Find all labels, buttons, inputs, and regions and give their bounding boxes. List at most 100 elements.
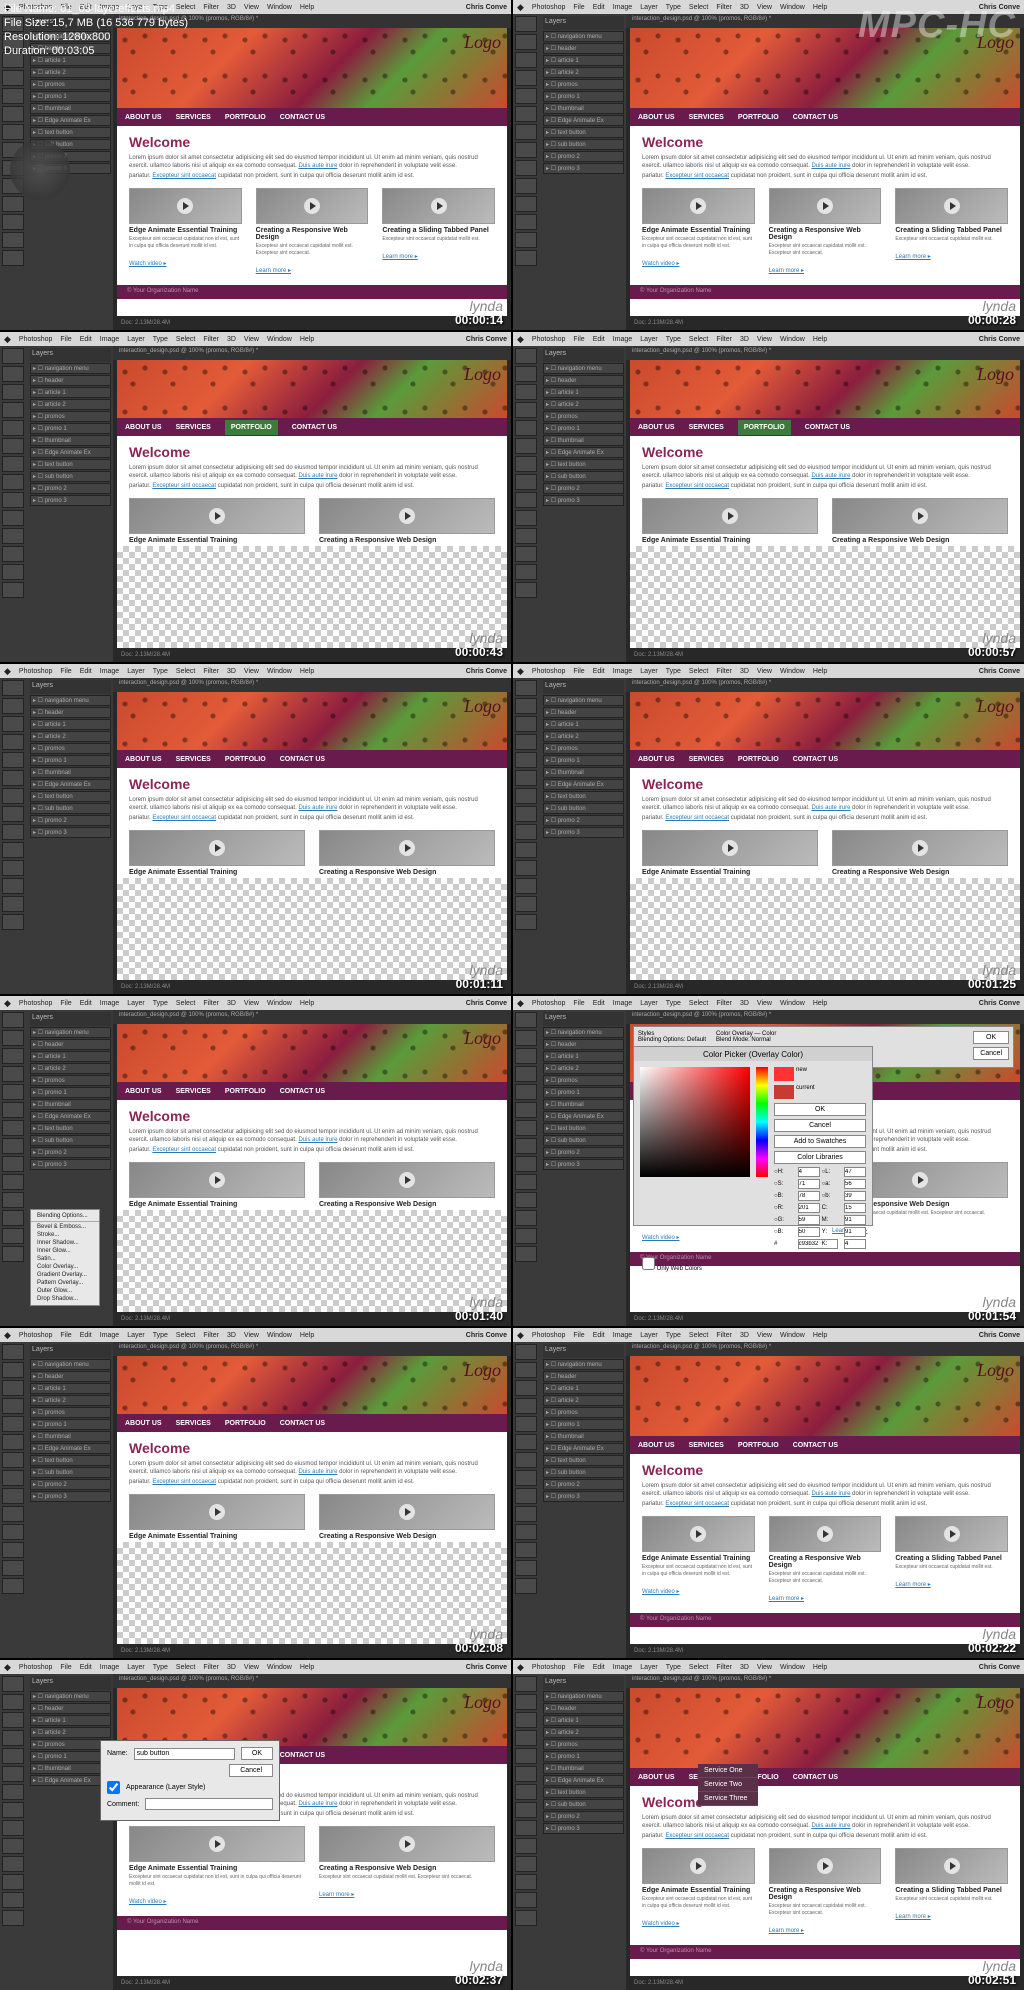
menu-select[interactable]: Select: [689, 1332, 708, 1339]
card-thumbnail[interactable]: [642, 1848, 755, 1884]
tool-slot[interactable]: [515, 896, 537, 912]
menu-filter[interactable]: Filter: [716, 1332, 732, 1339]
menu-select[interactable]: Select: [689, 1000, 708, 1007]
nav-item[interactable]: ABOUT US: [125, 1420, 162, 1427]
menu-layer[interactable]: Layer: [127, 668, 145, 675]
layer-row[interactable]: ▸ ☐ promo 2: [543, 1147, 624, 1158]
layer-row[interactable]: ▸ ☐ promo 3: [543, 1823, 624, 1834]
tool-slot[interactable]: [2, 734, 24, 750]
tool-slot[interactable]: [515, 824, 537, 840]
menu-edit[interactable]: Edit: [80, 1000, 92, 1007]
layer-row[interactable]: ▸ ☐ sub button: [543, 1135, 624, 1146]
tool-slot[interactable]: [515, 1192, 537, 1208]
tool-slot[interactable]: [515, 1066, 537, 1082]
a-input[interactable]: [844, 1179, 866, 1189]
inline-link[interactable]: Excepteur sint occaecat: [152, 483, 216, 489]
menu-view[interactable]: View: [244, 1000, 259, 1007]
nav-item[interactable]: CONTACT US: [793, 1442, 838, 1449]
menu-image[interactable]: Image: [100, 1664, 119, 1671]
play-icon[interactable]: [209, 1504, 225, 1520]
nav-item[interactable]: CONTACT US: [292, 424, 337, 431]
tool-slot[interactable]: [2, 1766, 24, 1782]
menu-window[interactable]: Window: [267, 1664, 292, 1671]
layer-row[interactable]: ▸ ☐ promo 1: [543, 1419, 624, 1430]
tool-slot[interactable]: [2, 1820, 24, 1836]
layer-row[interactable]: ▸ ☐ Edge Animate Ex: [543, 779, 624, 790]
layer-row[interactable]: ▸ ☐ promo 1: [30, 1087, 111, 1098]
color-field[interactable]: [640, 1067, 750, 1177]
tool-slot[interactable]: [515, 734, 537, 750]
menu-type[interactable]: Type: [666, 1664, 681, 1671]
menu-image[interactable]: Image: [100, 668, 119, 675]
nav-item[interactable]: PORTFOLIO: [225, 114, 266, 121]
menu-view[interactable]: View: [244, 4, 259, 11]
menu-image[interactable]: Image: [613, 668, 632, 675]
tool-slot[interactable]: [2, 1228, 24, 1244]
layer-row[interactable]: ▸ ☐ text button: [543, 127, 624, 138]
menu-window[interactable]: Window: [780, 336, 805, 343]
tool-slot[interactable]: [2, 1012, 24, 1028]
menu-select[interactable]: Select: [176, 668, 195, 675]
tool-slot[interactable]: [515, 438, 537, 454]
menu-select[interactable]: Select: [176, 1000, 195, 1007]
tool-slot[interactable]: [2, 402, 24, 418]
g-input[interactable]: [798, 1215, 820, 1225]
play-icon[interactable]: [944, 198, 960, 214]
tool-slot[interactable]: [515, 1434, 537, 1450]
menu-item[interactable]: Blending Options...: [31, 1212, 99, 1220]
inline-link[interactable]: Duis aute irure: [298, 1469, 337, 1475]
menu-image[interactable]: Image: [613, 4, 632, 11]
menu-view[interactable]: View: [244, 668, 259, 675]
tool-slot[interactable]: [2, 1344, 24, 1360]
cancel-button[interactable]: Cancel: [973, 1047, 1009, 1060]
nav-item[interactable]: CONTACT US: [793, 114, 838, 121]
web-colors-checkbox[interactable]: [642, 1257, 655, 1270]
card-link[interactable]: Learn more ▸: [382, 254, 417, 260]
card-thumbnail[interactable]: [895, 188, 1008, 224]
play-icon[interactable]: [722, 508, 738, 524]
menu-photoshop[interactable]: Photoshop: [532, 1664, 565, 1671]
inline-link[interactable]: Duis aute irure: [811, 473, 850, 479]
tool-slot[interactable]: [2, 698, 24, 714]
card-thumbnail[interactable]: [129, 1826, 305, 1862]
menu-filter[interactable]: Filter: [203, 336, 219, 343]
menu-view[interactable]: View: [244, 336, 259, 343]
nav-item[interactable]: CONTACT US: [280, 1088, 325, 1095]
layer-row[interactable]: ▸ ☐ text button: [543, 1455, 624, 1466]
layer-row[interactable]: ▸ ☐ promo 3: [543, 1491, 624, 1502]
menu-file[interactable]: File: [60, 668, 71, 675]
menu-view[interactable]: View: [757, 1664, 772, 1671]
tool-slot[interactable]: [2, 914, 24, 930]
tool-slot[interactable]: [515, 16, 537, 32]
menu-layer[interactable]: Layer: [127, 336, 145, 343]
cancel-button[interactable]: Cancel: [774, 1119, 866, 1132]
menu-image[interactable]: Image: [613, 1664, 632, 1671]
tool-slot[interactable]: [2, 438, 24, 454]
card-link[interactable]: Learn more ▸: [769, 1928, 804, 1934]
tool-slot[interactable]: [2, 860, 24, 876]
layer-row[interactable]: ▸ ☐ navigation menu: [543, 363, 624, 374]
menu-image[interactable]: Image: [613, 1000, 632, 1007]
tool-slot[interactable]: [2, 492, 24, 508]
layer-row[interactable]: ▸ ☐ article 1: [543, 1715, 624, 1726]
tool-slot[interactable]: [2, 232, 24, 248]
nav-item[interactable]: PORTFOLIO: [738, 420, 791, 435]
name-input[interactable]: [134, 1748, 235, 1760]
menu-layer[interactable]: Layer: [127, 1332, 145, 1339]
layer-row[interactable]: ▸ ☐ header: [30, 1039, 111, 1050]
layer-row[interactable]: ▸ ☐ promos: [543, 1739, 624, 1750]
tool-slot[interactable]: [515, 34, 537, 50]
nav-item[interactable]: SERVICES: [689, 114, 724, 121]
menu-photoshop[interactable]: Photoshop: [532, 4, 565, 11]
tool-slot[interactable]: [515, 1524, 537, 1540]
play-icon[interactable]: [912, 840, 928, 856]
layer-row[interactable]: ▸ ☐ promo 3: [30, 1491, 111, 1502]
layer-row[interactable]: ▸ ☐ article 1: [30, 719, 111, 730]
tool-slot[interactable]: [515, 1416, 537, 1432]
layer-row[interactable]: ▸ ☐ promo 3: [543, 163, 624, 174]
menu-window[interactable]: Window: [267, 668, 292, 675]
card-link[interactable]: Watch video ▸: [642, 261, 679, 267]
tool-slot[interactable]: [2, 546, 24, 562]
tool-slot[interactable]: [515, 196, 537, 212]
layer-row[interactable]: ▸ ☐ header: [543, 707, 624, 718]
